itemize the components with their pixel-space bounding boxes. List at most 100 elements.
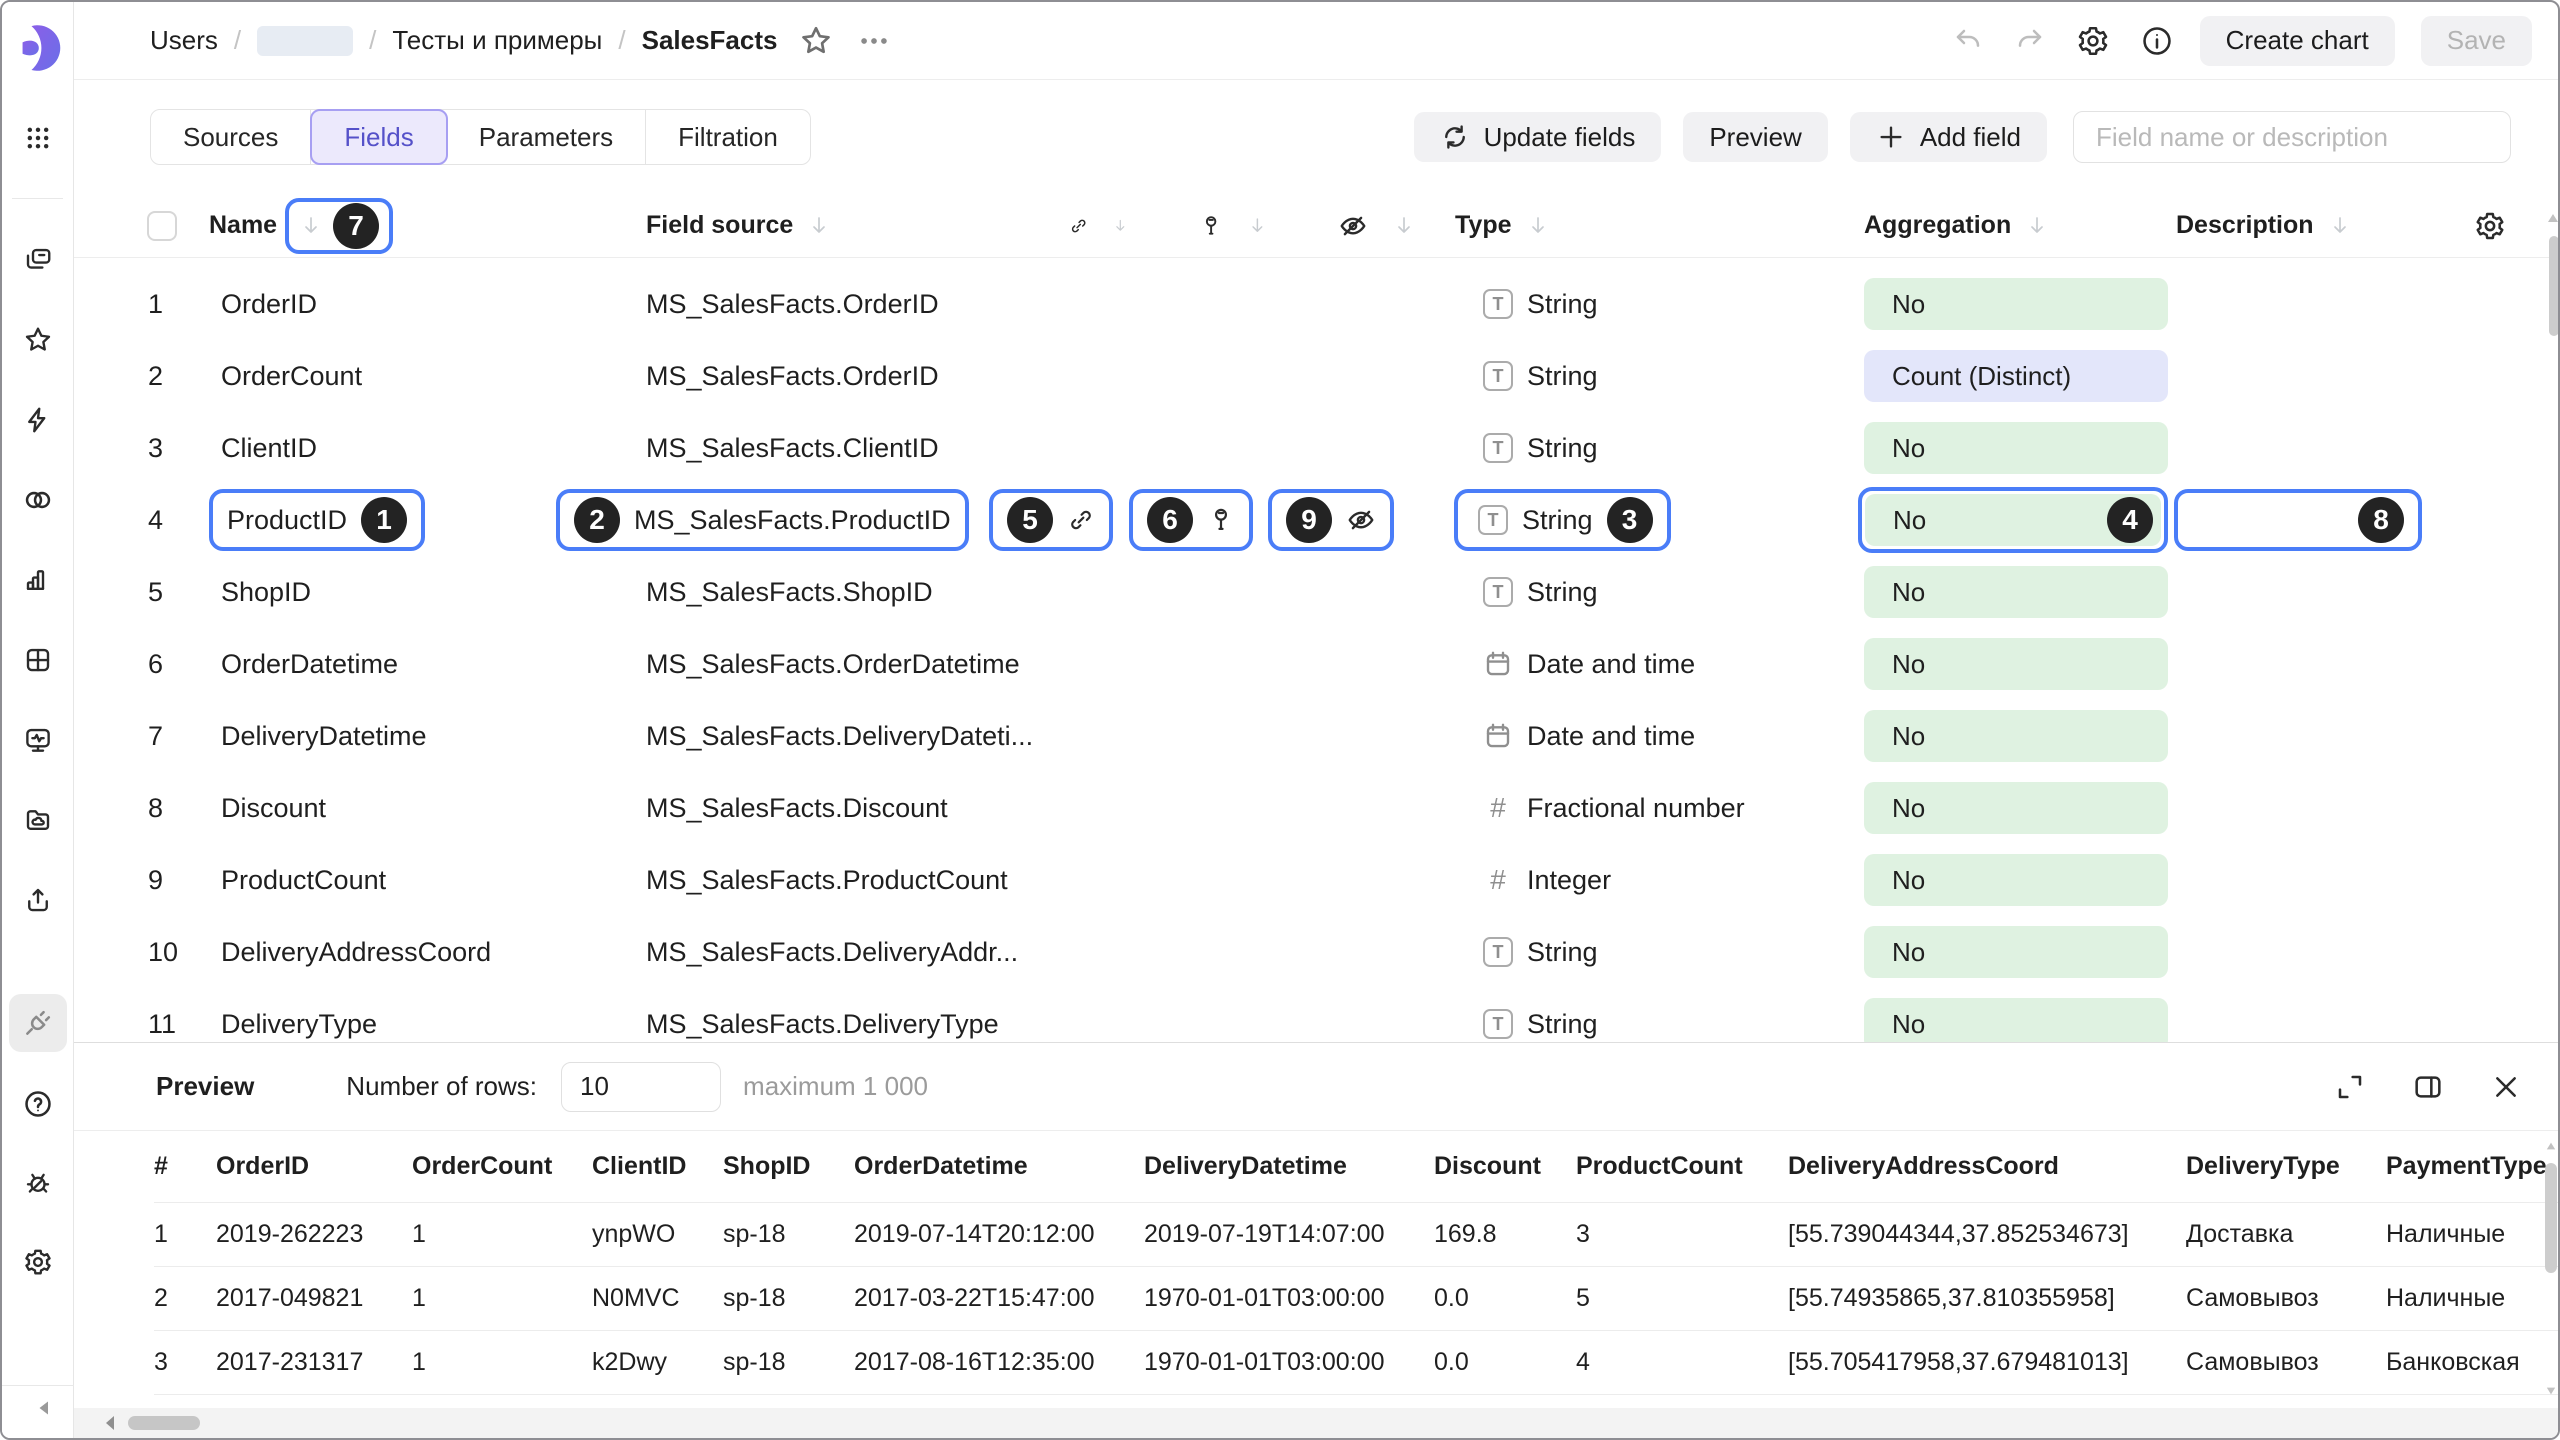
field-name[interactable]: ShopID bbox=[209, 556, 556, 628]
field-type-label[interactable]: Date and time bbox=[1527, 649, 1695, 680]
aggregation-pill[interactable]: No bbox=[1864, 782, 2168, 834]
col-header-name[interactable]: Name bbox=[209, 211, 277, 240]
preview-toggle-button[interactable]: Preview bbox=[1683, 112, 1827, 162]
sort-arrow-icon[interactable] bbox=[2328, 214, 2352, 238]
col-header-description[interactable]: Description bbox=[2176, 211, 2314, 240]
upload-icon[interactable] bbox=[9, 871, 67, 929]
scrollbar-thumb[interactable] bbox=[128, 1416, 200, 1430]
field-description[interactable] bbox=[2170, 772, 2432, 844]
field-description[interactable] bbox=[2170, 844, 2432, 916]
breadcrumb-redacted[interactable] bbox=[257, 26, 353, 56]
field-type-label[interactable]: String bbox=[1527, 1009, 1598, 1040]
breadcrumb-folder[interactable]: Тесты и примеры bbox=[392, 25, 602, 56]
apps-grid-icon[interactable] bbox=[9, 109, 67, 167]
sort-arrow-icon[interactable] bbox=[1112, 214, 1129, 238]
aggregation-pill[interactable]: No bbox=[1864, 926, 2168, 978]
field-type-label[interactable]: Integer bbox=[1527, 865, 1611, 896]
collections-icon[interactable] bbox=[9, 231, 67, 289]
info-icon[interactable] bbox=[2140, 24, 2174, 58]
fields-vertical-scrollbar[interactable] bbox=[2549, 236, 2559, 336]
field-description[interactable] bbox=[2170, 988, 2432, 1042]
field-type-label[interactable]: Date and time bbox=[1527, 721, 1695, 752]
preview-expand-icon[interactable] bbox=[2334, 1071, 2366, 1103]
field-source[interactable]: MS_SalesFacts.ShopID bbox=[556, 556, 979, 628]
col-header-type[interactable]: Type bbox=[1455, 211, 1512, 240]
preview-horizontal-scrollbar[interactable] bbox=[74, 1408, 2560, 1438]
field-type-label[interactable]: String bbox=[1527, 361, 1598, 392]
tab-sources[interactable]: Sources bbox=[151, 110, 311, 164]
field-source[interactable]: MS_SalesFacts.DeliveryType bbox=[556, 988, 979, 1042]
field-description[interactable] bbox=[2170, 700, 2432, 772]
field-source[interactable]: MS_SalesFacts.OrderID bbox=[556, 340, 979, 412]
field-source[interactable]: MS_SalesFacts.ProductCount bbox=[556, 844, 979, 916]
link-icon[interactable] bbox=[1067, 506, 1095, 534]
field-source[interactable]: MS_SalesFacts.DeliveryAddr... bbox=[556, 916, 979, 988]
aggregation-pill[interactable]: No bbox=[1864, 710, 2168, 762]
field-description[interactable] bbox=[2170, 268, 2432, 340]
scroll-down-arrow-icon[interactable] bbox=[2545, 1386, 2557, 1396]
rows-count-input[interactable] bbox=[561, 1062, 721, 1112]
field-name[interactable]: OrderCount bbox=[209, 340, 556, 412]
select-all-checkbox[interactable] bbox=[147, 211, 177, 241]
tab-filtration[interactable]: Filtration bbox=[646, 110, 810, 164]
eye-off-icon[interactable] bbox=[1346, 505, 1376, 535]
columns-settings-gear-icon[interactable] bbox=[2474, 210, 2506, 242]
field-type-label[interactable]: String bbox=[1527, 937, 1598, 968]
datalens-logo-icon[interactable] bbox=[12, 22, 64, 74]
scrollbar-thumb[interactable] bbox=[2545, 1163, 2557, 1273]
preview-close-icon[interactable] bbox=[2490, 1071, 2522, 1103]
tab-fields[interactable]: Fields bbox=[310, 109, 447, 165]
aggregation-pill[interactable]: No4 bbox=[1865, 494, 2161, 546]
field-source[interactable]: MS_SalesFacts.ClientID bbox=[556, 412, 979, 484]
field-name[interactable]: OrderDatetime bbox=[209, 628, 556, 700]
bug-icon[interactable] bbox=[9, 1154, 67, 1212]
create-chart-button[interactable]: Create chart bbox=[2200, 16, 2395, 66]
field-name[interactable]: Discount bbox=[209, 772, 556, 844]
field-description[interactable] bbox=[2170, 412, 2432, 484]
help-icon[interactable] bbox=[9, 1075, 67, 1133]
field-description[interactable] bbox=[2170, 340, 2432, 412]
field-source[interactable]: MS_SalesFacts.ProductID bbox=[634, 505, 951, 536]
sort-arrow-icon[interactable] bbox=[1247, 214, 1268, 238]
tab-parameters[interactable]: Parameters bbox=[447, 110, 646, 164]
dataset-settings-gear-icon[interactable] bbox=[2076, 24, 2110, 58]
field-name[interactable]: DeliveryType bbox=[209, 988, 556, 1042]
key-icon[interactable] bbox=[1207, 506, 1235, 534]
monitoring-icon[interactable] bbox=[9, 711, 67, 769]
breadcrumb-users[interactable]: Users bbox=[150, 25, 218, 56]
preview-split-panel-icon[interactable] bbox=[2412, 1071, 2444, 1103]
field-source[interactable]: MS_SalesFacts.OrderID bbox=[556, 268, 979, 340]
field-type-label[interactable]: String bbox=[1527, 577, 1598, 608]
aggregation-pill[interactable]: No bbox=[1864, 422, 2168, 474]
redo-icon[interactable] bbox=[2014, 25, 2046, 57]
field-source[interactable]: MS_SalesFacts.OrderDatetime bbox=[556, 628, 979, 700]
field-name[interactable]: ClientID bbox=[209, 412, 556, 484]
col-header-source[interactable]: Field source bbox=[646, 211, 793, 240]
sort-arrow-icon[interactable] bbox=[1526, 214, 1550, 238]
settings-gear-icon[interactable] bbox=[9, 1233, 67, 1291]
key-column-icon[interactable] bbox=[1199, 212, 1223, 240]
field-type-label[interactable]: String bbox=[1527, 289, 1598, 320]
favorite-star-icon[interactable] bbox=[799, 24, 833, 58]
eye-off-column-icon[interactable] bbox=[1338, 211, 1368, 241]
sort-arrow-icon[interactable] bbox=[299, 214, 323, 238]
add-field-button[interactable]: Add field bbox=[1850, 112, 2047, 162]
sort-arrow-icon[interactable] bbox=[1392, 214, 1416, 238]
flash-icon[interactable] bbox=[9, 391, 67, 449]
field-description[interactable] bbox=[2170, 556, 2432, 628]
field-name[interactable]: DeliveryDatetime bbox=[209, 700, 556, 772]
aggregation-pill[interactable]: No bbox=[1864, 998, 2168, 1042]
field-name[interactable]: ProductCount bbox=[209, 844, 556, 916]
linked-circles-icon[interactable] bbox=[9, 471, 67, 529]
aggregation-pill[interactable]: Count (Distinct) bbox=[1864, 350, 2168, 402]
field-name[interactable]: ProductID bbox=[227, 505, 347, 536]
bar-chart-icon[interactable] bbox=[9, 551, 67, 609]
update-fields-button[interactable]: Update fields bbox=[1414, 112, 1662, 162]
save-button[interactable]: Save bbox=[2421, 16, 2532, 66]
dashboard-grid-icon[interactable] bbox=[9, 631, 67, 689]
sidebar-collapse-icon[interactable] bbox=[32, 1396, 56, 1420]
field-type-label[interactable]: String bbox=[1527, 433, 1598, 464]
aggregation-pill[interactable]: No bbox=[1864, 278, 2168, 330]
scroll-up-arrow-icon[interactable] bbox=[2545, 1141, 2557, 1151]
field-type-label[interactable]: Fractional number bbox=[1527, 793, 1745, 824]
